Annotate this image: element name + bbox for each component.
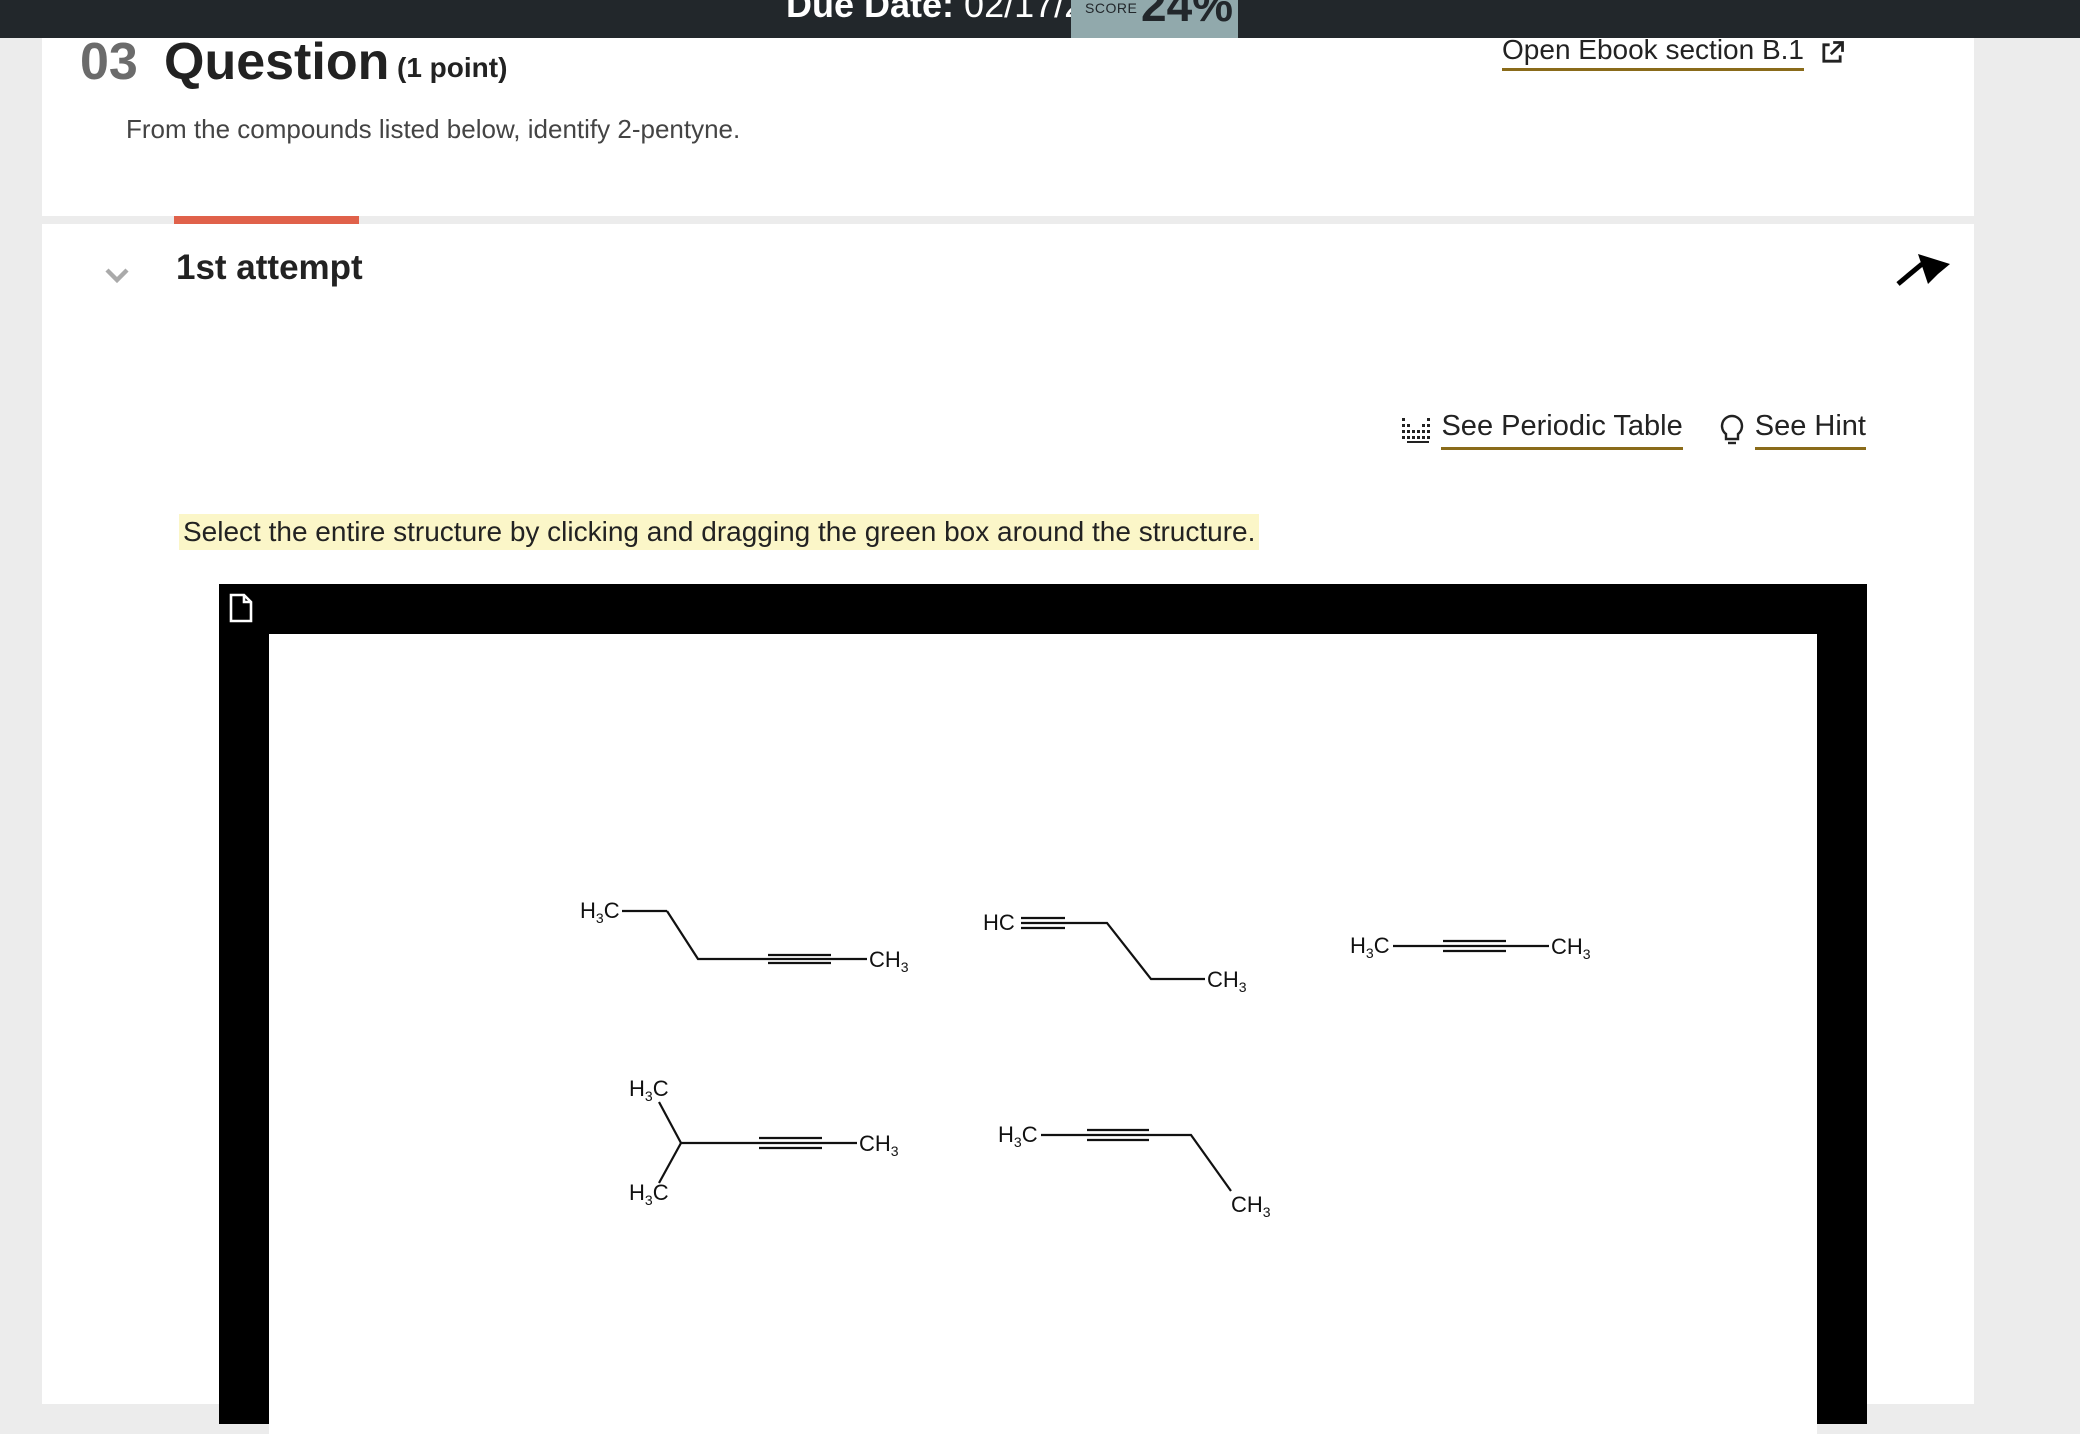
due-date: Due Date: 02/17/25 bbox=[786, 0, 1104, 26]
s4-top-label: H3C bbox=[629, 1076, 669, 1104]
periodic-table-label[interactable]: See Periodic Table bbox=[1441, 410, 1683, 450]
periodic-table-icon bbox=[1402, 418, 1431, 443]
question-title: Question bbox=[164, 33, 390, 91]
attempt-panel: 1st attempt See Periodic Table See Hint … bbox=[42, 216, 1974, 1434]
s1-left-label: H3C bbox=[580, 898, 620, 926]
s1-right-label: CH3 bbox=[869, 947, 909, 975]
s3-left-label: H3C bbox=[1350, 933, 1390, 961]
open-ebook-label[interactable]: Open Ebook section B.1 bbox=[1502, 34, 1804, 71]
structure-option-5[interactable]: H3C CH3 bbox=[998, 1122, 1271, 1220]
score-label: SCORE bbox=[1085, 0, 1138, 16]
attempt-tools: See Periodic Table See Hint bbox=[1401, 410, 1866, 450]
drawing-canvas[interactable]: H3C CH3 HC CH3 H3C CH3 H3C H3C CH3 H3C C… bbox=[269, 634, 1817, 1434]
pin-icon[interactable] bbox=[1892, 244, 1958, 310]
s5-right-label: CH3 bbox=[1231, 1192, 1271, 1220]
hint-button[interactable]: See Hint bbox=[1719, 410, 1866, 450]
s4-right-label: CH3 bbox=[859, 1131, 899, 1159]
question-card: 03 Question (1 point) From the compounds… bbox=[42, 33, 1974, 216]
s5-left-label: H3C bbox=[998, 1122, 1038, 1150]
attempt-tab-indicator bbox=[174, 216, 359, 224]
structure-option-2[interactable]: HC CH3 bbox=[983, 910, 1247, 995]
structure-option-4[interactable]: H3C H3C CH3 bbox=[629, 1076, 899, 1208]
attempt-label[interactable]: 1st attempt bbox=[176, 248, 363, 288]
structures-drawing: H3C CH3 HC CH3 H3C CH3 H3C H3C CH3 H3C C… bbox=[580, 898, 1591, 1220]
s2-right-label: CH3 bbox=[1207, 967, 1247, 995]
structure-option-3[interactable]: H3C CH3 bbox=[1350, 933, 1591, 962]
open-ebook-link[interactable]: Open Ebook section B.1 bbox=[1502, 34, 1846, 71]
s2-left-label: HC bbox=[983, 910, 1015, 935]
structure-option-1[interactable]: H3C CH3 bbox=[580, 898, 909, 975]
external-link-icon bbox=[1822, 40, 1844, 63]
document-icon[interactable] bbox=[227, 592, 255, 624]
structure-editor[interactable]: H3C CH3 HC CH3 H3C CH3 H3C H3C CH3 H3C C… bbox=[219, 584, 1867, 1434]
instruction-text: Select the entire structure by clicking … bbox=[179, 514, 1260, 550]
question-points: (1 point) bbox=[397, 52, 508, 83]
lightbulb-icon bbox=[1720, 414, 1743, 445]
due-date-label: Due Date: bbox=[786, 0, 955, 25]
question-number: 03 bbox=[80, 33, 138, 91]
chevron-down-icon[interactable] bbox=[102, 260, 132, 290]
s4-bottom-label: H3C bbox=[629, 1180, 669, 1208]
score-value: 24% bbox=[1141, 0, 1234, 31]
question-prompt: From the compounds listed below, identif… bbox=[126, 114, 741, 144]
hint-label[interactable]: See Hint bbox=[1754, 410, 1866, 450]
periodic-table-button[interactable]: See Periodic Table bbox=[1401, 410, 1683, 450]
s3-right-label: CH3 bbox=[1551, 934, 1591, 962]
score-box: SCORE 24% bbox=[1071, 0, 1238, 38]
